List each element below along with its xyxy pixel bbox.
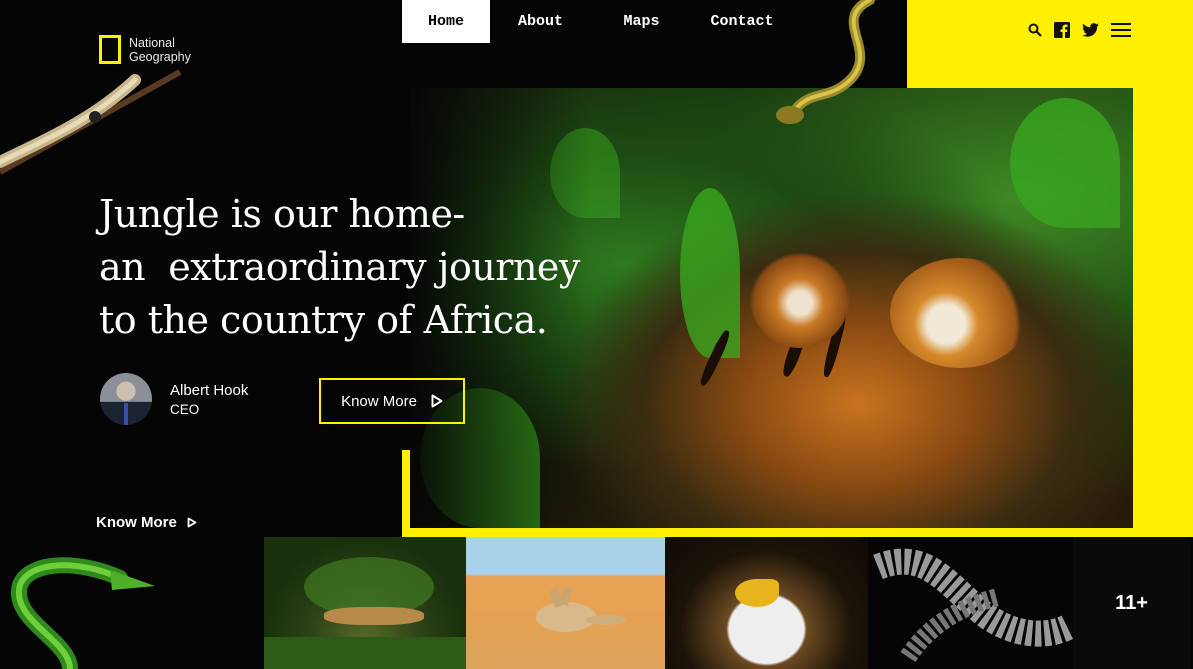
headline-line-2: an extraordinary journey — [99, 245, 580, 289]
author-card: Albert Hook CEO — [100, 373, 248, 425]
logo-line-1: National — [129, 35, 175, 50]
logo-text: National Geography — [129, 36, 199, 64]
gallery-giraffe-image[interactable] — [868, 537, 1073, 669]
vine-snake-top-image — [0, 69, 182, 175]
hero-headline: Jungle is our home- an extraordinary jou… — [99, 188, 580, 347]
author-role: CEO — [170, 401, 200, 417]
gallery-more-count[interactable]: 11+ — [1073, 537, 1190, 669]
nav-maps[interactable]: Maps — [591, 0, 692, 43]
nav-home[interactable]: Home — [402, 0, 490, 43]
nav-contact[interactable]: Contact — [692, 0, 792, 43]
logo-line-2: Geography — [129, 49, 191, 64]
gallery-chameleon-image[interactable] — [264, 537, 466, 669]
brand-logo[interactable]: National Geography — [99, 35, 199, 64]
know-more-link[interactable]: Know More — [96, 514, 197, 531]
know-more-link-label: Know More — [96, 514, 177, 531]
avatar — [100, 373, 152, 425]
gallery-strip: 11+ — [264, 537, 1190, 669]
play-icon — [431, 394, 443, 408]
twitter-icon[interactable] — [1082, 23, 1099, 37]
main-nav: Home About Maps Contact — [402, 0, 792, 43]
play-icon-small — [187, 517, 197, 528]
header-icons — [1028, 22, 1131, 38]
know-more-button[interactable]: Know More — [319, 378, 465, 424]
hero-yellow-border-right — [1133, 88, 1193, 537]
know-more-label: Know More — [341, 392, 417, 410]
menu-icon[interactable] — [1111, 22, 1131, 38]
author-info: Albert Hook CEO — [170, 382, 248, 417]
gallery-vulture-image[interactable] — [665, 537, 868, 669]
header-yellow-panel — [907, 0, 1193, 88]
search-icon[interactable] — [1028, 23, 1042, 37]
author-name: Albert Hook — [170, 381, 249, 399]
gallery-fennec-fox-image[interactable] — [466, 537, 665, 669]
headline-line-3: to the country of Africa. — [99, 298, 548, 342]
logo-icon — [99, 35, 121, 64]
green-snake-image — [10, 557, 155, 669]
nav-about[interactable]: About — [490, 0, 591, 43]
facebook-icon[interactable] — [1054, 22, 1070, 38]
headline-line-1: Jungle is our home- — [99, 192, 465, 236]
